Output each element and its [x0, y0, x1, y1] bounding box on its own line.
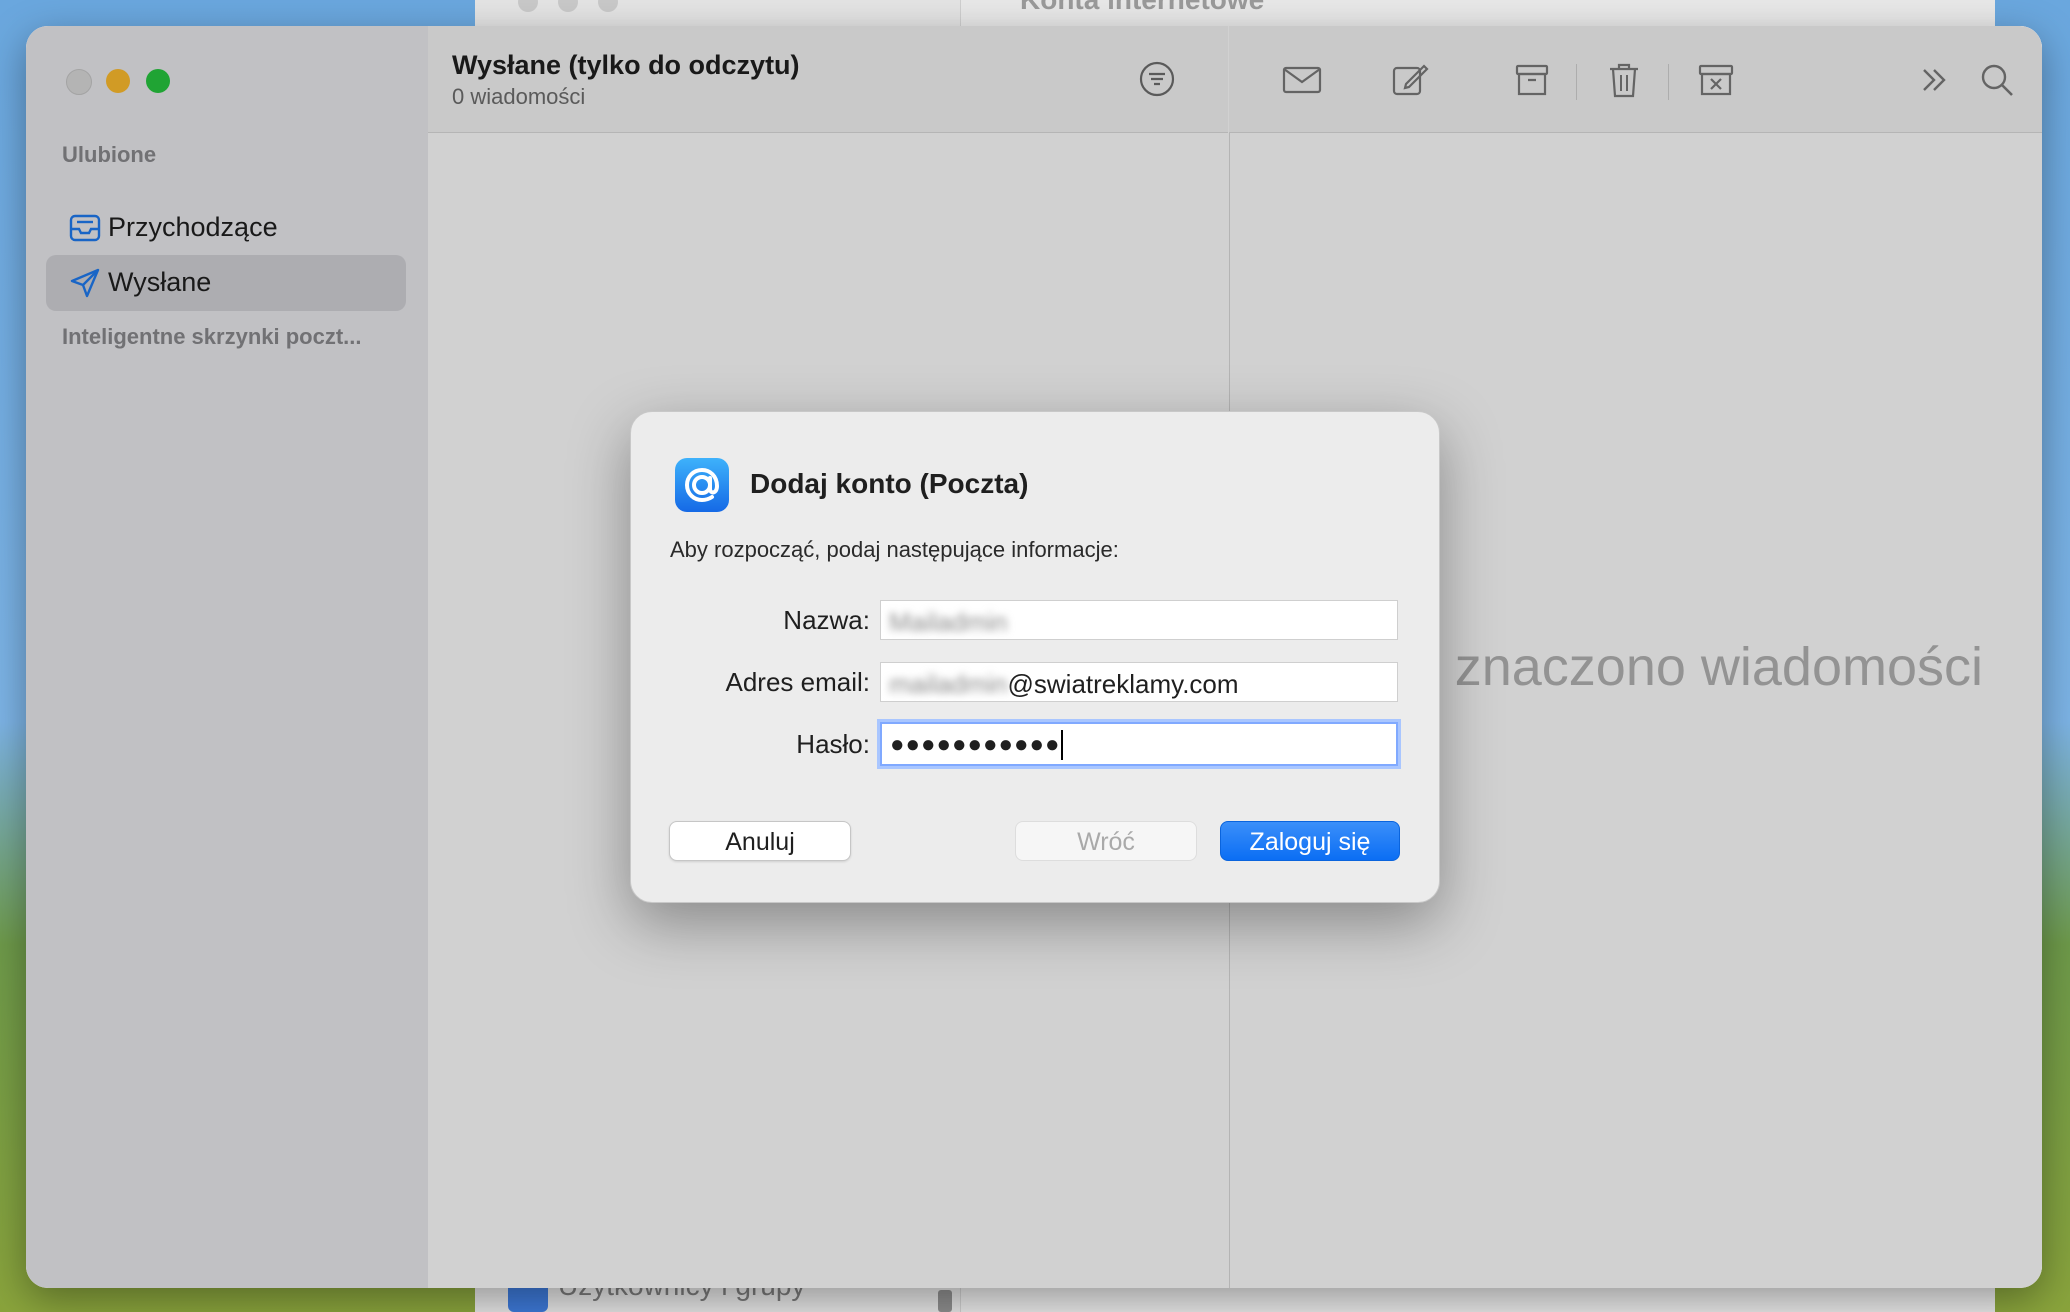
dialog-description: Aby rozpocząć, podaj następujące informa…	[670, 537, 1119, 562]
email-field[interactable]: mailadmin@swiatreklamy.com	[880, 662, 1398, 702]
name-field[interactable]: Mailadmin	[880, 600, 1398, 640]
name-label: Nazwa:	[783, 605, 870, 635]
password-value: ●●●●●●●●●●●	[890, 731, 1061, 758]
dialog-title: Dodaj konto (Poczta)	[750, 468, 1029, 499]
name-value: Mailadmin	[889, 607, 1008, 637]
text-caret	[1061, 730, 1064, 761]
email-label: Adres email:	[725, 667, 871, 697]
cancel-button[interactable]: Anuluj	[669, 821, 851, 861]
background-scrollbar[interactable]	[938, 1290, 952, 1312]
at-sign-icon	[684, 467, 720, 503]
password-label: Hasło:	[796, 729, 870, 759]
background-window-title: Konta internetowe	[1020, 0, 1264, 16]
mail-at-icon	[675, 458, 729, 512]
email-value-domain: @swiatreklamy.com	[1007, 669, 1239, 699]
email-value-redacted: mailadmin	[889, 669, 1008, 699]
back-button[interactable]: Wróć	[1015, 821, 1197, 861]
password-field[interactable]: ●●●●●●●●●●●	[880, 722, 1398, 766]
login-button[interactable]: Zaloguj się	[1220, 821, 1400, 861]
